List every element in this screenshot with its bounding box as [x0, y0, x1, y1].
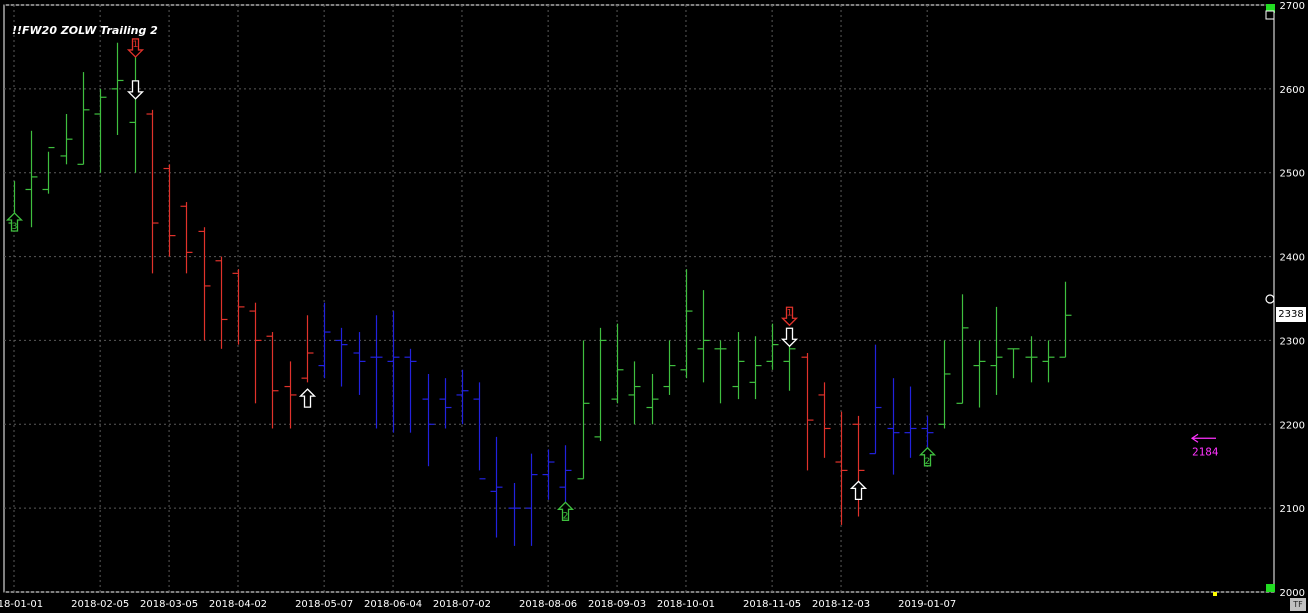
signal-label: 2	[563, 511, 569, 521]
arrow-up-icon	[298, 388, 317, 408]
x-tick-label: 2018-05-07	[295, 599, 353, 610]
x-tick-label: 2018-10-01	[657, 599, 715, 610]
last-price-label: 2338	[1276, 307, 1306, 322]
y-tick-label: 2600	[1280, 85, 1305, 96]
arrow-up-icon	[849, 480, 868, 501]
y-tick-label: 2700	[1280, 1, 1305, 12]
x-tick-label: 2018-02-05	[71, 599, 129, 610]
plot-frame	[3, 4, 1275, 593]
price-marker-icon	[1265, 294, 1275, 304]
y-tick-label: 2100	[1280, 504, 1305, 515]
scroll-top-button	[1265, 10, 1275, 20]
x-tick-label: 2019-01-07	[898, 599, 956, 610]
y-tick-label: 2200	[1280, 420, 1305, 431]
signal-label: 3	[12, 222, 18, 232]
current-bar-marker	[1213, 592, 1217, 596]
x-tick-label: 2018-09-03	[588, 599, 646, 610]
annotation-value: 2184	[1192, 445, 1219, 458]
chart-title: !!FW20 ZOLW Trailing 2	[12, 24, 158, 37]
y-tick-label: 2400	[1280, 253, 1305, 264]
price-chart: 200021002200230024002500260027002018-01-…	[0, 1, 1305, 610]
arrow-down-icon	[780, 327, 799, 348]
scroll-bottom-handle	[1266, 584, 1275, 592]
signal-label: 1	[133, 40, 139, 50]
timeframe-button[interactable]: TF	[1290, 598, 1306, 611]
y-tick-label: 2500	[1280, 169, 1305, 180]
signal-label: 1	[787, 308, 793, 318]
x-tick-label: 2018-01-01	[0, 599, 43, 610]
x-tick-label: 2018-03-05	[140, 599, 198, 610]
y-tick-label: 2300	[1280, 336, 1305, 347]
x-tick-label: 2018-08-06	[519, 599, 577, 610]
x-tick-label: 2018-11-05	[743, 599, 801, 610]
x-tick-label: 2018-07-02	[433, 599, 491, 610]
arrow-down-icon	[126, 80, 145, 100]
x-tick-label: 2018-12-03	[812, 599, 870, 610]
signal-label: 2	[925, 457, 931, 467]
x-tick-label: 2018-06-04	[364, 599, 422, 610]
x-tick-label: 2018-04-02	[209, 599, 267, 610]
